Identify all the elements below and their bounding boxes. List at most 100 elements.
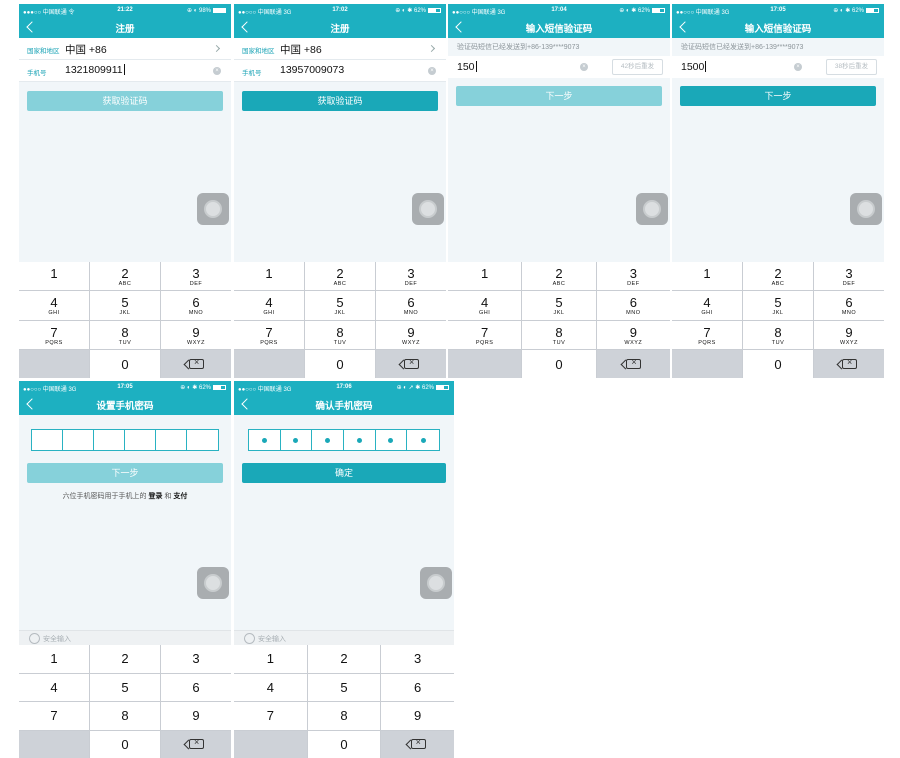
keypad-key-4[interactable]: 4 GHI: [19, 291, 89, 320]
keypad-key-1[interactable]: 1: [672, 262, 742, 291]
assistive-touch-icon[interactable]: [420, 567, 452, 599]
status-bar: ●●●○○ 中国联通 令 21:22 ⊕ ◐ 98%: [19, 4, 231, 17]
next-step-button[interactable]: 下一步: [680, 86, 876, 106]
assistive-touch-icon[interactable]: [197, 193, 229, 225]
keypad-key-7[interactable]: 7 PQRS: [448, 320, 522, 349]
keypad-key-7[interactable]: 7 PQRS: [234, 320, 304, 349]
delete-key[interactable]: [814, 349, 884, 378]
delete-key[interactable]: [596, 349, 670, 378]
delete-key[interactable]: [381, 730, 454, 758]
keypad-key-1[interactable]: 1: [448, 262, 522, 291]
keypad-key-0[interactable]: 0: [307, 730, 381, 758]
get-code-button[interactable]: 获取验证码: [242, 91, 438, 111]
region-selector[interactable]: 国家和地区 中国 +86: [234, 38, 446, 60]
keypad-key-6[interactable]: 6: [381, 673, 454, 701]
keypad-key-4[interactable]: 4 GHI: [234, 291, 304, 320]
keypad-key-6[interactable]: 6: [161, 673, 231, 701]
keypad-key-1[interactable]: 1: [234, 645, 307, 673]
keypad-key-8[interactable]: 8: [90, 702, 160, 730]
numeric-keypad: 1 2 ABC 3 DEF 4 GHI 5 JKL 6 MNO 7 PQRS 8 TUV 9 WXYZ 0: [672, 262, 884, 378]
keypad-key-8[interactable]: 8 TUV: [522, 320, 596, 349]
clear-icon[interactable]: ×: [428, 67, 436, 75]
keypad-key-9[interactable]: 9 WXYZ: [814, 320, 884, 349]
keypad-key-9[interactable]: 9: [161, 702, 231, 730]
keypad-key-1[interactable]: 1: [19, 262, 89, 291]
keypad-key-6[interactable]: 6 MNO: [596, 291, 670, 320]
region-selector[interactable]: 国家和地区 中国 +86: [19, 38, 231, 60]
verification-code-input[interactable]: 1500 × 38秒后重发: [672, 56, 884, 78]
keypad-key-6[interactable]: 6 MNO: [814, 291, 884, 320]
keypad-key-3[interactable]: 3 DEF: [376, 262, 446, 291]
keypad-key-7[interactable]: 7 PQRS: [19, 320, 89, 349]
resend-countdown-button[interactable]: 38秒后重发: [826, 59, 877, 75]
assistive-touch-icon[interactable]: [197, 567, 229, 599]
keypad-key-2[interactable]: 2: [307, 645, 381, 673]
page-title: 输入短信验证码: [525, 24, 593, 35]
phone-input[interactable]: 手机号 13957009073 ×: [234, 60, 446, 82]
keypad-key-7[interactable]: 7: [19, 702, 89, 730]
keypad-key-9[interactable]: 9: [381, 702, 454, 730]
keypad-key-6[interactable]: 6 MNO: [161, 291, 231, 320]
keypad-key-1[interactable]: 1: [234, 262, 304, 291]
assistive-touch-icon[interactable]: [412, 193, 444, 225]
keypad-key-5[interactable]: 5: [90, 673, 160, 701]
clear-icon[interactable]: ×: [794, 63, 802, 71]
keypad-key-5[interactable]: 5 JKL: [743, 291, 813, 320]
keypad-key-2[interactable]: 2 ABC: [90, 262, 160, 291]
delete-key[interactable]: [376, 349, 446, 378]
next-step-button[interactable]: 下一步: [27, 463, 223, 483]
keypad-key-2[interactable]: 2 ABC: [743, 262, 813, 291]
confirm-button[interactable]: 确定: [242, 463, 446, 483]
keypad-key-6[interactable]: 6 MNO: [376, 291, 446, 320]
delete-key[interactable]: [161, 730, 231, 758]
keypad-key-0[interactable]: 0: [90, 730, 160, 758]
password-digit-cell: [32, 430, 63, 450]
keypad-key-0[interactable]: 0: [90, 349, 160, 378]
resend-countdown-button[interactable]: 42秒后重发: [612, 59, 663, 75]
code-value: 150: [457, 61, 477, 73]
keypad-key-0[interactable]: 0: [522, 349, 596, 378]
keypad-key-5[interactable]: 5: [307, 673, 381, 701]
assistive-touch-icon[interactable]: [850, 193, 882, 225]
keypad-key-9[interactable]: 9 WXYZ: [596, 320, 670, 349]
key-digit: 8: [121, 708, 129, 723]
keypad-key-3[interactable]: 3 DEF: [814, 262, 884, 291]
keypad-key-7[interactable]: 7 PQRS: [672, 320, 742, 349]
keypad-key-3[interactable]: 3: [381, 645, 454, 673]
clear-icon[interactable]: ×: [213, 67, 221, 75]
keypad-key-4[interactable]: 4 GHI: [672, 291, 742, 320]
keypad-key-8[interactable]: 8 TUV: [90, 320, 160, 349]
keypad-key-4[interactable]: 4: [234, 673, 307, 701]
delete-key[interactable]: [161, 349, 231, 378]
phone-input[interactable]: 手机号 1321809911 ×: [19, 60, 231, 82]
keypad-key-5[interactable]: 5 JKL: [305, 291, 375, 320]
key-digit: 2: [555, 266, 563, 281]
password-input-boxes[interactable]: [31, 429, 219, 451]
next-step-button[interactable]: 下一步: [456, 86, 662, 106]
keypad-key-5[interactable]: 5 JKL: [90, 291, 160, 320]
assistive-touch-icon[interactable]: [636, 193, 668, 225]
keypad-key-5[interactable]: 5 JKL: [522, 291, 596, 320]
keypad-key-3[interactable]: 3: [161, 645, 231, 673]
keypad-key-4[interactable]: 4 GHI: [448, 291, 522, 320]
verification-code-input[interactable]: 150 × 42秒后重发: [448, 56, 670, 78]
keypad-key-0[interactable]: 0: [743, 349, 813, 378]
keypad-key-9[interactable]: 9 WXYZ: [376, 320, 446, 349]
keypad-key-9[interactable]: 9 WXYZ: [161, 320, 231, 349]
keypad-key-2[interactable]: 2 ABC: [305, 262, 375, 291]
keypad-key-8[interactable]: 8 TUV: [743, 320, 813, 349]
password-input-boxes[interactable]: [248, 429, 440, 451]
keypad-key-3[interactable]: 3 DEF: [161, 262, 231, 291]
keypad-key-3[interactable]: 3 DEF: [596, 262, 670, 291]
keypad-key-2[interactable]: 2 ABC: [522, 262, 596, 291]
keypad-key-4[interactable]: 4: [19, 673, 89, 701]
keypad-key-0[interactable]: 0: [305, 349, 375, 378]
keypad-key-2[interactable]: 2: [90, 645, 160, 673]
phone-screen-1: ●●●○○ 中国联通 令 21:22 ⊕ ◐ 98% 注册 国家和地区 中国 +86 手机号…: [19, 4, 231, 378]
keypad-key-1[interactable]: 1: [19, 645, 89, 673]
clear-icon[interactable]: ×: [580, 63, 588, 71]
keypad-key-8[interactable]: 8 TUV: [305, 320, 375, 349]
get-code-button[interactable]: 获取验证码: [27, 91, 223, 111]
keypad-key-8[interactable]: 8: [307, 702, 381, 730]
keypad-key-7[interactable]: 7: [234, 702, 307, 730]
